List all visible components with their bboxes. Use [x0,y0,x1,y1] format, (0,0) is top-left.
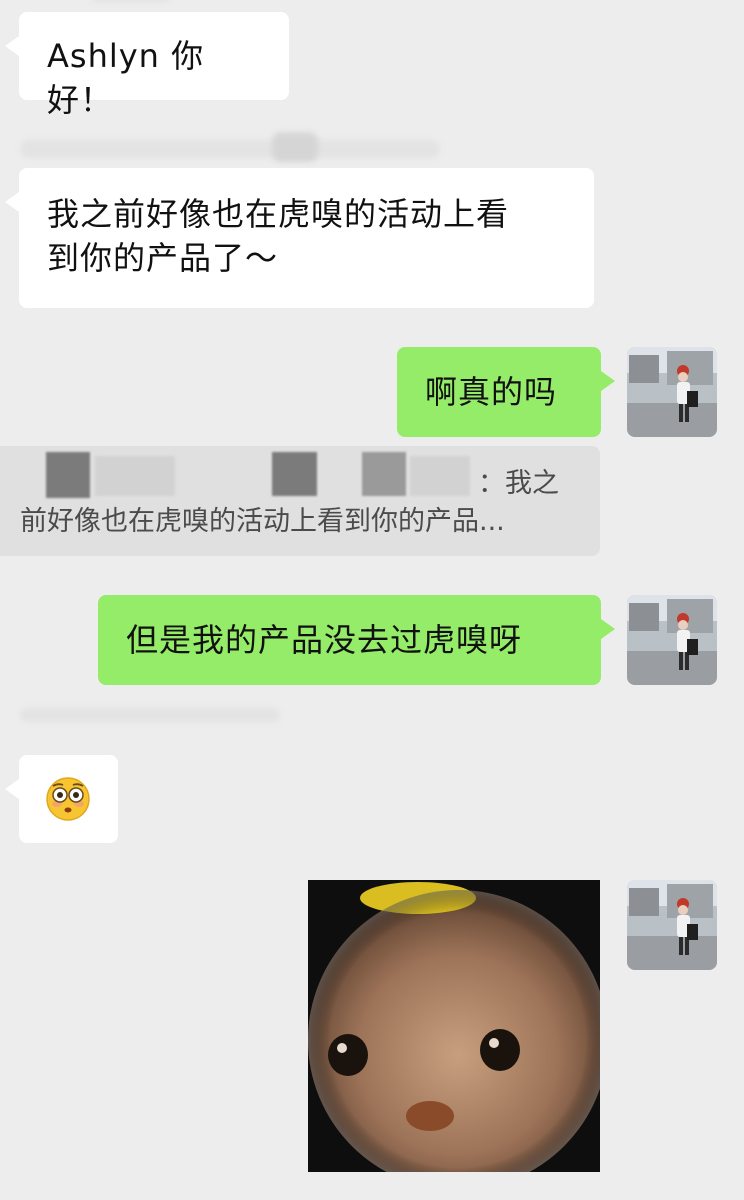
user-avatar[interactable] [627,595,717,685]
outgoing-message-really[interactable]: 啊真的吗 [397,347,615,437]
message-text-line: 到你的产品了～ [47,239,279,277]
quote-separator-text: ：我之 [478,468,559,499]
blurred-system-line [20,140,440,158]
incoming-message-emoji[interactable] [5,755,118,843]
user-avatar[interactable] [627,347,717,437]
blurred-system-block [272,132,318,162]
message-text-line: 我之前好像也在虎嗅的活动上看 [47,195,510,233]
redacted-name-block [362,452,406,496]
quote-text-line: 前好像也在虎嗅的活动上看到你的产品... [20,506,505,537]
redacted-name-block [95,456,175,496]
avatar-photo-icon [627,595,717,685]
message-text: 但是我的产品没去过虎嗅呀 [126,621,523,659]
redacted-name-block [272,452,317,496]
user-avatar[interactable] [627,880,717,970]
sticker-image[interactable] [308,880,600,1172]
plush-dog-sticker-icon [308,880,600,1172]
avatar-photo-icon [627,880,717,970]
flushed-face-emoji-icon [46,777,90,821]
redacted-name-block [46,452,90,498]
outgoing-message-not-been[interactable]: 但是我的产品没去过虎嗅呀 [98,595,615,685]
quoted-message[interactable]: ：我之 前好像也在虎嗅的活动上看到你的产品... [0,446,600,556]
incoming-message-activity[interactable]: 我之前好像也在虎嗅的活动上看 到你的产品了～ [5,168,594,308]
redacted-name-block [410,456,470,496]
message-text: Ashlyn 你好！ [47,37,205,119]
blurred-system-line [20,708,280,722]
avatar-photo-icon [627,347,717,437]
message-text: 啊真的吗 [425,373,558,411]
incoming-message-greeting[interactable]: Ashlyn 你好！ [5,12,289,119]
blurred-timestamp-top [90,0,170,2]
